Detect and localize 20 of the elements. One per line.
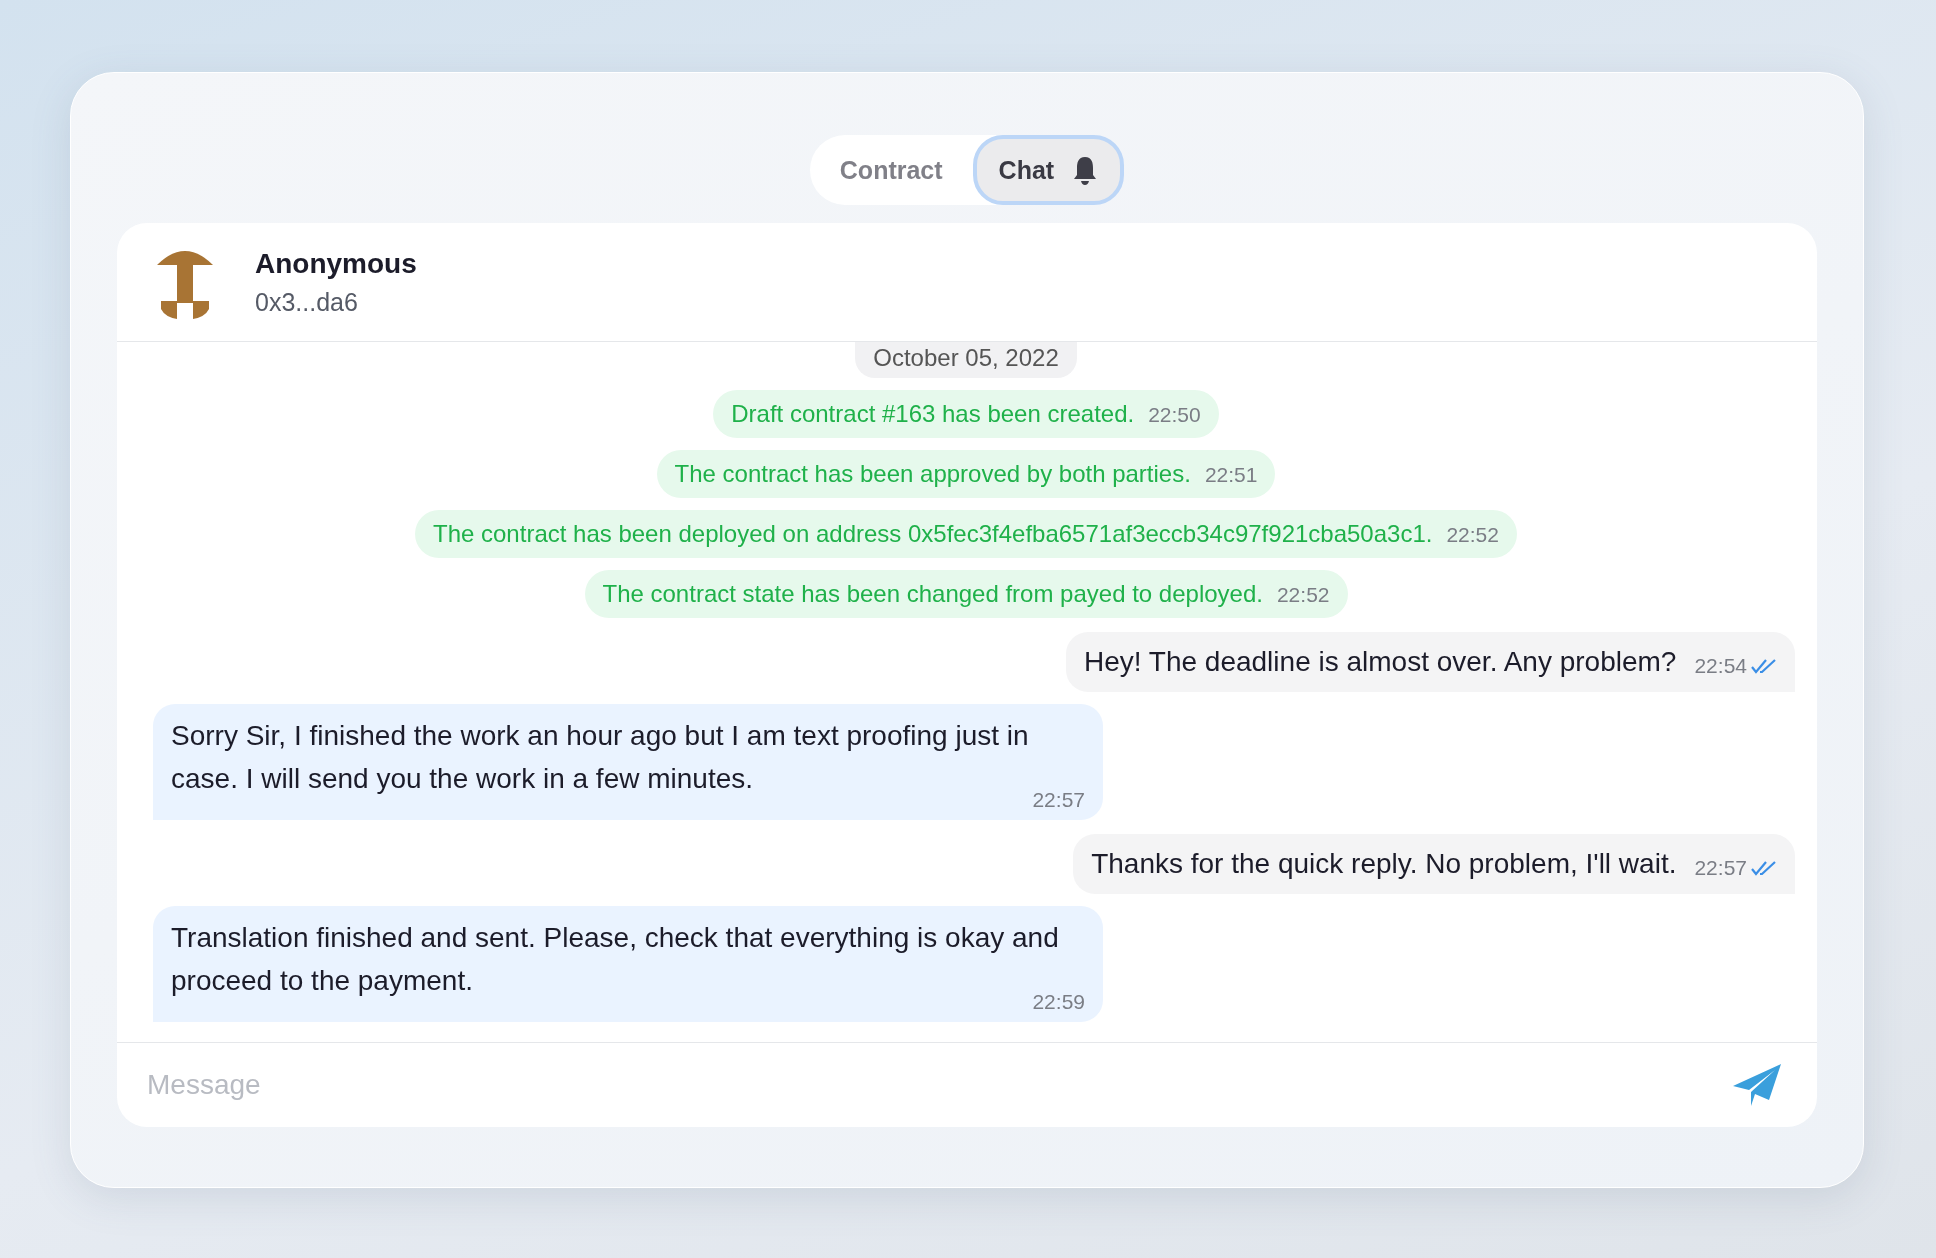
message-input[interactable]: Message	[145, 1068, 1731, 1102]
message-text: The contract has been deployed on address 0x5fec3f4efba6571af3eccb34c97f921cba50a3c1.	[433, 520, 1433, 548]
message-time: 22:50	[1148, 403, 1201, 427]
message-time: 22:57	[1694, 856, 1747, 880]
contact-name: Anonymous	[255, 247, 417, 280]
message-text: Draft contract #163 has been created.	[731, 400, 1135, 428]
message-time: 22:59	[1032, 990, 1085, 1014]
message-text: The contract has been approved by both parties.	[674, 460, 1191, 488]
message-time: 22:57	[1032, 788, 1085, 812]
message-text: Hey! The deadline is almost over. Any problem?	[1083, 646, 1677, 678]
message-text: The contract state has been changed from payed to deployed.	[602, 580, 1263, 608]
tab[interactable]: Contract	[809, 135, 973, 205]
message-text: Thanks for the quick reply. No problem, I'll wait.	[1091, 848, 1677, 880]
date-label: October 05, 2022	[855, 342, 1077, 378]
message-time: 22:52	[1446, 523, 1499, 547]
contact-address: 0x3...da6	[255, 287, 359, 317]
tab[interactable]: Chat	[972, 135, 1125, 205]
message-time: 22:52	[1276, 583, 1330, 607]
message-time: 22:54	[1694, 654, 1747, 678]
message-time: 22:51	[1204, 463, 1258, 487]
